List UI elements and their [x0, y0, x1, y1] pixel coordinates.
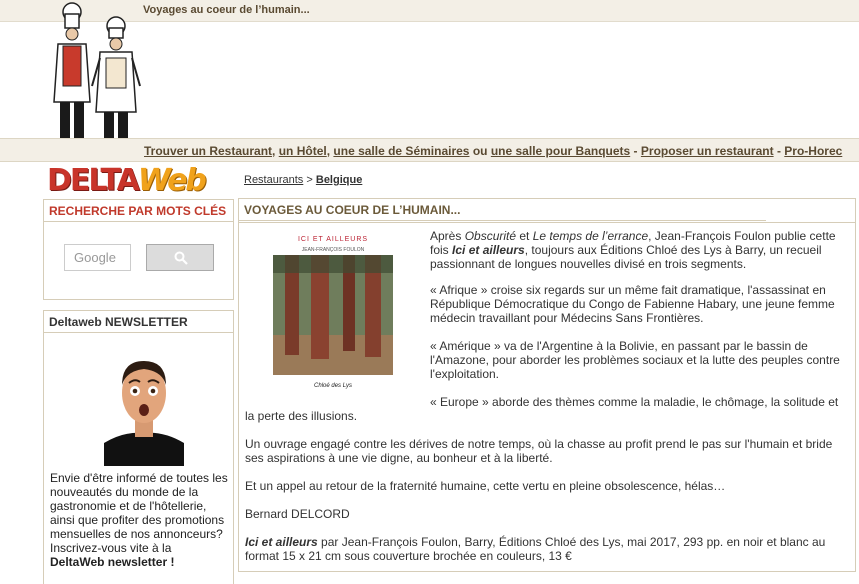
text-line: médecin travaillant pour Médecins Sans F…	[430, 311, 704, 325]
main-nav: Trouver un Restaurant, un Hôtel, une sal…	[0, 138, 859, 162]
newsletter-text-line: Inscrivez-vous vite à la	[50, 541, 172, 555]
nav-find-restaurant[interactable]: Trouver un Restaurant	[144, 144, 272, 158]
site-tagline: Voyages au coeur de l’humain...	[143, 4, 310, 16]
text-run: , Jean-François Foulon publie cette	[648, 229, 836, 243]
cover-forest-image	[273, 255, 393, 375]
search-input[interactable]: Google	[64, 244, 131, 271]
article-paragraph: Un ouvrage engagé contre les dérives de …	[245, 437, 850, 465]
text-run: Après	[430, 229, 465, 243]
article-signature: Bernard DELCORD	[245, 507, 350, 521]
article-paragraph: Et un appel au retour de la fraternité h…	[245, 479, 726, 493]
text-line: ses aspirations à une vie digne, au bonh…	[245, 451, 553, 465]
book-title-italic: Obscurité	[464, 229, 517, 243]
search-button[interactable]	[146, 244, 214, 271]
newsletter-text-line: ainsi que profiter des promotions	[50, 513, 225, 527]
article-paragraph: « Amérique » va de l'Argentine à la Boli…	[430, 339, 850, 381]
newsletter-exclaim: !	[167, 555, 175, 569]
cover-publisher: Chloé des Lys	[314, 383, 352, 389]
text-line: « Amérique » va de l'Argentine à la Boli…	[430, 339, 808, 353]
newsletter-text-line: gastronomie et de l'hôtellerie,	[50, 499, 207, 513]
article-paragraph: « Europe » aborde des thèmes comme la ma…	[430, 395, 850, 409]
newsletter-title: Deltaweb NEWSLETTER	[44, 311, 233, 333]
text-line: « Europe » aborde des thèmes comme la ma…	[430, 395, 839, 409]
text-run: et	[516, 229, 533, 243]
search-panel: RECHERCHE PAR MOTS CLÉS Google	[43, 199, 234, 300]
book-title-bold: Ici et ailleurs	[452, 243, 525, 257]
text-line: l'Amazone, pour aborder les problèmes so…	[430, 353, 840, 367]
nav-separator: ,	[326, 144, 331, 158]
nav-separator: ou	[472, 144, 488, 158]
text-run: format 15 x 21 cm sous couverture broché…	[245, 549, 572, 563]
breadcrumb-separator: >	[306, 174, 313, 186]
nav-banquet-room[interactable]: une salle pour Banquets	[491, 144, 630, 158]
article-title: VOYAGES AU COEUR DE L’HUMAIN...	[239, 199, 766, 221]
nav-propose-restaurant[interactable]: Proposer un restaurant	[641, 144, 774, 158]
book-title-italic: Le temps de l’errance	[532, 229, 649, 243]
article-paragraph: « Afrique » croise six regards sur un mê…	[430, 283, 850, 325]
text-run: passionnant de longues nouvelles divisé …	[430, 257, 747, 271]
nav-separator: ,	[272, 144, 276, 158]
search-panel-title: RECHERCHE PAR MOTS CLÉS	[44, 200, 233, 222]
nav-pro-horeca[interactable]: Pro-Horec	[784, 144, 842, 158]
article-panel: VOYAGES AU COEUR DE L’HUMAIN... ICI ET A…	[238, 198, 856, 572]
nav-separator: -	[633, 144, 638, 158]
newsletter-text-line: nouveautés du monde de la	[50, 485, 199, 499]
book-reference: Ici et ailleurs par Jean-François Foulon…	[245, 535, 850, 563]
search-icon	[174, 251, 188, 265]
newsletter-text-line: mensuelles de nos annonceurs?	[50, 527, 223, 541]
logo-delta: DELTA	[47, 163, 140, 198]
article-body: ICI ET AILLEURS JEAN-FRANÇOIS FOULON Chl…	[239, 222, 855, 571]
text-line: Un ouvrage engagé contre les dérives de …	[245, 437, 833, 451]
surprised-man-photo	[104, 361, 184, 466]
text-run: fois	[430, 243, 453, 257]
text-line: « Afrique » croise six regards sur un mê…	[430, 283, 826, 297]
book-title-bold: Ici et ailleurs	[245, 535, 318, 549]
deltaweb-logo[interactable]: DELTAWeb	[47, 166, 232, 196]
logo-web: Web	[137, 163, 207, 198]
text-line: République Démocratique du Congo de Fabi…	[430, 297, 835, 311]
text-run: par Jean-François Foulon, Barry, Édition…	[317, 535, 826, 549]
article-paragraph: Après Obscurité et Le temps de l’errance…	[430, 229, 850, 271]
breadcrumb-restaurants[interactable]: Restaurants	[244, 174, 303, 186]
newsletter-panel: Deltaweb NEWSLETTER Envie d'être informé…	[43, 310, 234, 584]
cover-author: JEAN-FRANÇOIS FOULON	[301, 247, 365, 253]
book-cover: ICI ET AILLEURS JEAN-FRANÇOIS FOULON Chl…	[270, 233, 396, 407]
breadcrumb-belgique[interactable]: Belgique	[316, 174, 362, 186]
nav-hotel[interactable]: un Hôtel	[279, 144, 327, 158]
text-line: la perte des illusions.	[245, 409, 358, 423]
breadcrumb: Restaurants > Belgique	[244, 174, 362, 186]
nav-seminar-room[interactable]: une salle de Séminaires	[333, 144, 469, 158]
text-line: l'exploitation.	[430, 367, 499, 381]
newsletter-description: Envie d'être informé de toutes les nouve…	[50, 471, 230, 569]
text-run: , toujours aux Éditions Chloé des Lys à …	[524, 243, 822, 257]
cover-title: ICI ET AILLEURS	[297, 236, 369, 243]
article-paragraph-continued: la perte des illusions.	[245, 409, 850, 423]
newsletter-text-line: Envie d'être informé de toutes les	[50, 471, 228, 485]
nav-separator: -	[776, 144, 781, 158]
newsletter-link[interactable]: DeltaWeb newsletter	[50, 555, 167, 569]
